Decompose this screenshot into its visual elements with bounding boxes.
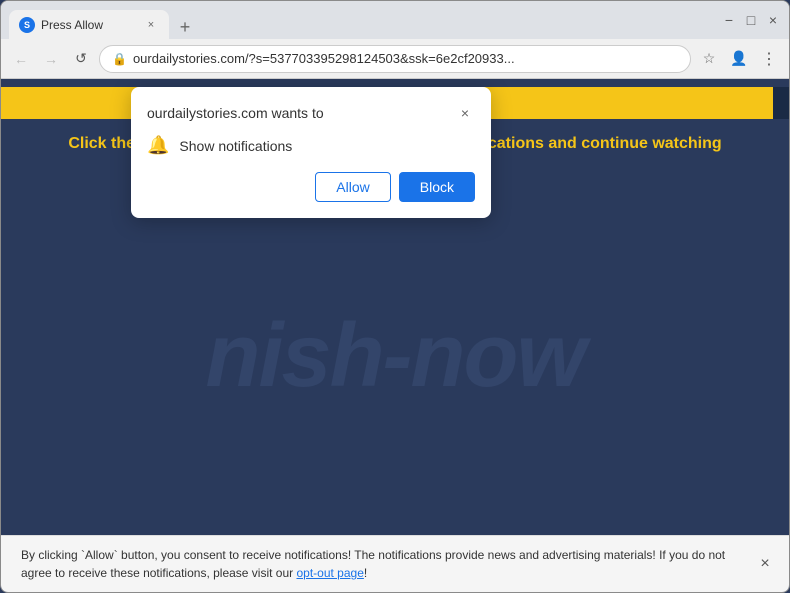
new-tab-button[interactable]: + <box>173 15 197 39</box>
url-actions: ☆ 👤 <box>697 47 751 71</box>
tab-area: S Press Allow × + <box>9 1 715 39</box>
title-bar: S Press Allow × + − □ × <box>1 1 789 39</box>
opt-out-link[interactable]: opt-out page <box>296 566 363 580</box>
window-controls: − □ × <box>721 12 781 28</box>
browser-tab[interactable]: S Press Allow × <box>9 10 169 40</box>
window-close-button[interactable]: × <box>765 12 781 28</box>
lock-icon: 🔒 <box>112 52 127 66</box>
page-content: nish-now 98% Click the «Allow» button to… <box>1 79 789 592</box>
minimize-button[interactable]: − <box>721 12 737 28</box>
reload-button[interactable]: ↺ <box>69 47 93 71</box>
allow-button[interactable]: Allow <box>315 172 390 202</box>
bell-icon: 🔔 <box>147 135 169 156</box>
bottom-notification-bar: By clicking `Allow` button, you consent … <box>1 535 789 592</box>
url-text: ourdailystories.com/?s=53770339529812450… <box>133 51 678 66</box>
popup-close-button[interactable]: × <box>455 103 475 123</box>
permission-text: Show notifications <box>179 138 292 154</box>
tab-title: Press Allow <box>41 18 137 32</box>
bottom-bar-text: By clicking `Allow` button, you consent … <box>21 548 725 580</box>
forward-button[interactable]: → <box>39 47 63 71</box>
profile-button[interactable]: 👤 <box>727 47 751 71</box>
popup-header: ourdailystories.com wants to × <box>147 103 475 123</box>
browser-menu-button[interactable]: ⋮ <box>757 47 781 71</box>
browser-window: S Press Allow × + − □ × ← → ↺ 🔒 ourdaily… <box>0 0 790 593</box>
permission-row: 🔔 Show notifications <box>147 135 475 156</box>
block-button[interactable]: Block <box>399 172 475 202</box>
back-button[interactable]: ← <box>9 47 33 71</box>
url-bar[interactable]: 🔒 ourdailystories.com/?s=537703395298124… <box>99 45 691 73</box>
popup-title: ourdailystories.com wants to <box>147 105 324 121</box>
address-bar: ← → ↺ 🔒 ourdailystories.com/?s=537703395… <box>1 39 789 79</box>
bottom-bar-close-button[interactable]: × <box>753 552 777 576</box>
notification-permission-dialog: ourdailystories.com wants to × 🔔 Show no… <box>131 87 491 218</box>
bookmark-button[interactable]: ☆ <box>697 47 721 71</box>
maximize-button[interactable]: □ <box>743 12 759 28</box>
tab-close-button[interactable]: × <box>143 17 159 33</box>
popup-buttons: Allow Block <box>147 172 475 202</box>
background-watermark: nish-now <box>206 305 585 408</box>
tab-favicon: S <box>19 17 35 33</box>
